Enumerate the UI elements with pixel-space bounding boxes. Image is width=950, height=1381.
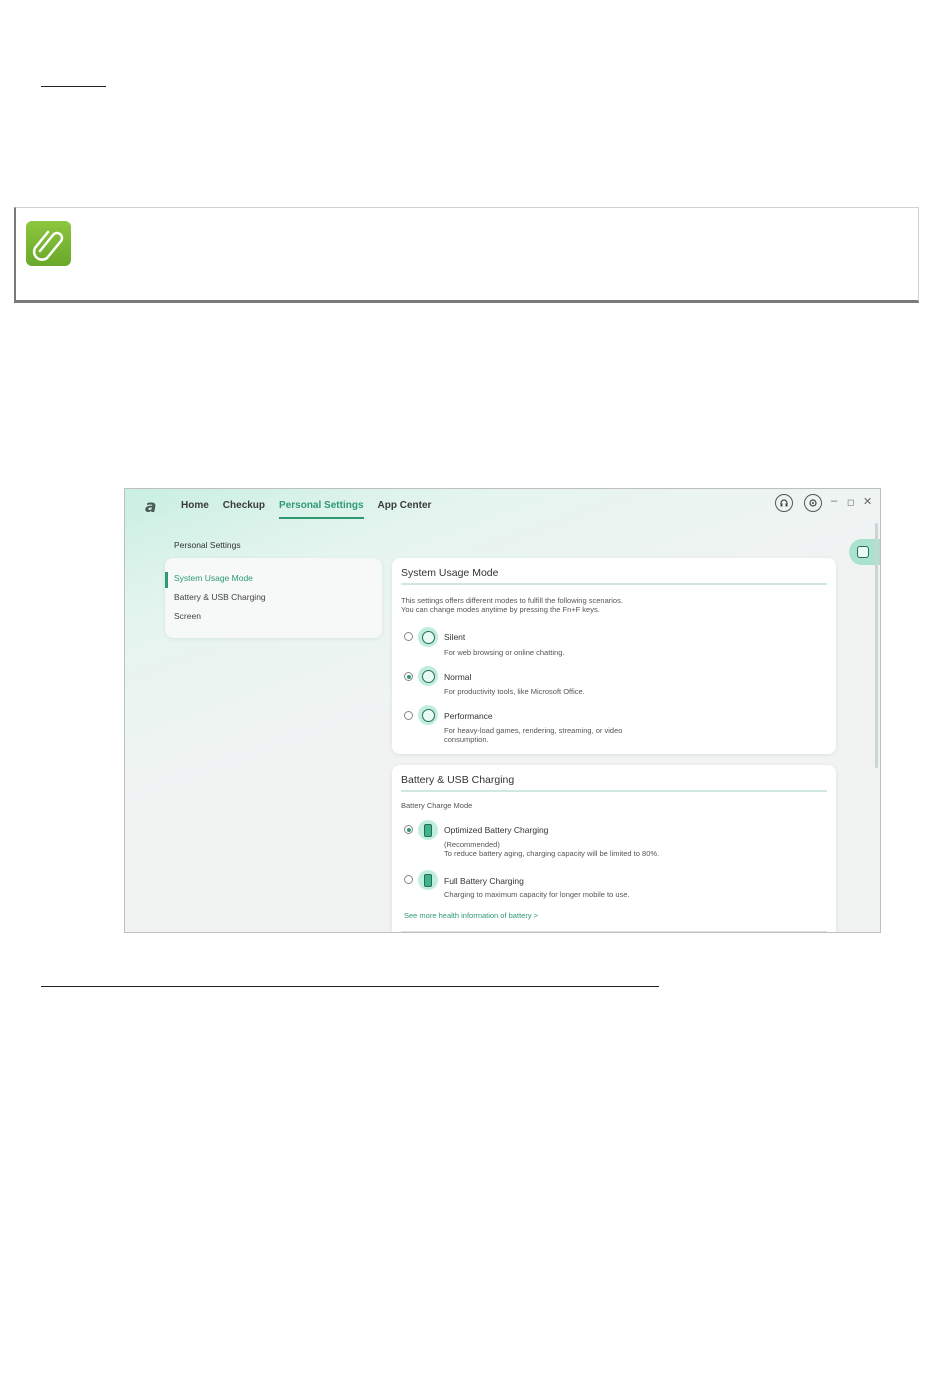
sidebar-active-indicator	[165, 572, 168, 588]
restore-button[interactable]: ◻	[847, 497, 854, 508]
heading-underline	[41, 86, 106, 87]
list-icon	[857, 546, 869, 558]
battery-card: Battery & USB Charging Battery Charge Mo…	[392, 765, 836, 932]
option-performance-desc: For heavy-load games, rendering, streami…	[444, 726, 623, 735]
battery-full-icon	[418, 870, 438, 890]
system-usage-card: System Usage Mode This settings offers d…	[392, 558, 836, 754]
section-rule	[41, 986, 659, 987]
system-usage-desc-2: You can change modes anytime by pressing…	[401, 605, 600, 614]
page-title: Personal Settings	[174, 540, 241, 550]
nav-home[interactable]: Home	[181, 500, 209, 519]
option-optimized-desc-2: To reduce battery aging, charging capaci…	[444, 849, 660, 858]
nav-checkup[interactable]: Checkup	[223, 500, 265, 519]
option-performance-desc-2: consumption.	[444, 735, 489, 744]
app-window: a Home Checkup Personal Settings App Cen…	[124, 488, 881, 933]
sidebar-item-system-usage-mode[interactable]: System Usage Mode	[174, 573, 253, 583]
nav-personal-settings[interactable]: Personal Settings	[279, 500, 364, 519]
moon-gauge-icon	[418, 627, 438, 647]
radio-performance[interactable]	[404, 711, 413, 720]
option-performance-label: Performance	[444, 711, 493, 721]
sidebar-card: System Usage Mode Battery & USB Charging…	[165, 558, 382, 638]
card-divider	[401, 931, 827, 932]
scrollbar[interactable]	[875, 523, 878, 768]
card-divider	[401, 790, 827, 792]
battery-health-link[interactable]: See more health information of battery >	[404, 911, 538, 920]
top-nav: Home Checkup Personal Settings App Cente…	[181, 500, 431, 519]
sidebar-item-screen[interactable]: Screen	[174, 611, 201, 621]
card-divider	[401, 583, 827, 585]
system-usage-title: System Usage Mode	[401, 567, 499, 579]
gear-icon[interactable]	[804, 494, 822, 512]
headset-icon[interactable]	[775, 494, 793, 512]
radio-full-charging[interactable]	[404, 875, 413, 884]
app-logo: a	[145, 497, 157, 517]
battery-heart-icon	[418, 820, 438, 840]
close-button[interactable]: ✕	[863, 495, 872, 508]
performance-gauge-icon	[418, 705, 438, 725]
option-full-label: Full Battery Charging	[444, 876, 524, 886]
system-usage-desc-1: This settings offers different modes to …	[401, 596, 623, 605]
option-normal-label: Normal	[444, 672, 472, 682]
option-full-desc: Charging to maximum capacity for longer …	[444, 890, 630, 899]
sidebar-item-battery-usb-charging[interactable]: Battery & USB Charging	[174, 592, 266, 602]
option-silent-desc: For web browsing or online chatting.	[444, 648, 565, 657]
option-normal-desc: For productivity tools, like Microsoft O…	[444, 687, 585, 696]
option-silent-label: Silent	[444, 632, 466, 642]
radio-normal[interactable]	[404, 672, 413, 681]
radio-optimized-charging[interactable]	[404, 825, 413, 834]
note-box	[14, 207, 919, 303]
minimize-button[interactable]: –	[831, 495, 837, 507]
normal-gauge-icon	[418, 666, 438, 686]
battery-title: Battery & USB Charging	[401, 774, 515, 786]
paperclip-icon	[26, 221, 71, 266]
battery-charge-mode-label: Battery Charge Mode	[401, 801, 473, 810]
option-optimized-desc: (Recommended)	[444, 840, 500, 849]
option-optimized-label: Optimized Battery Charging	[444, 825, 549, 835]
nav-app-center[interactable]: App Center	[378, 500, 432, 519]
radio-silent[interactable]	[404, 632, 413, 641]
